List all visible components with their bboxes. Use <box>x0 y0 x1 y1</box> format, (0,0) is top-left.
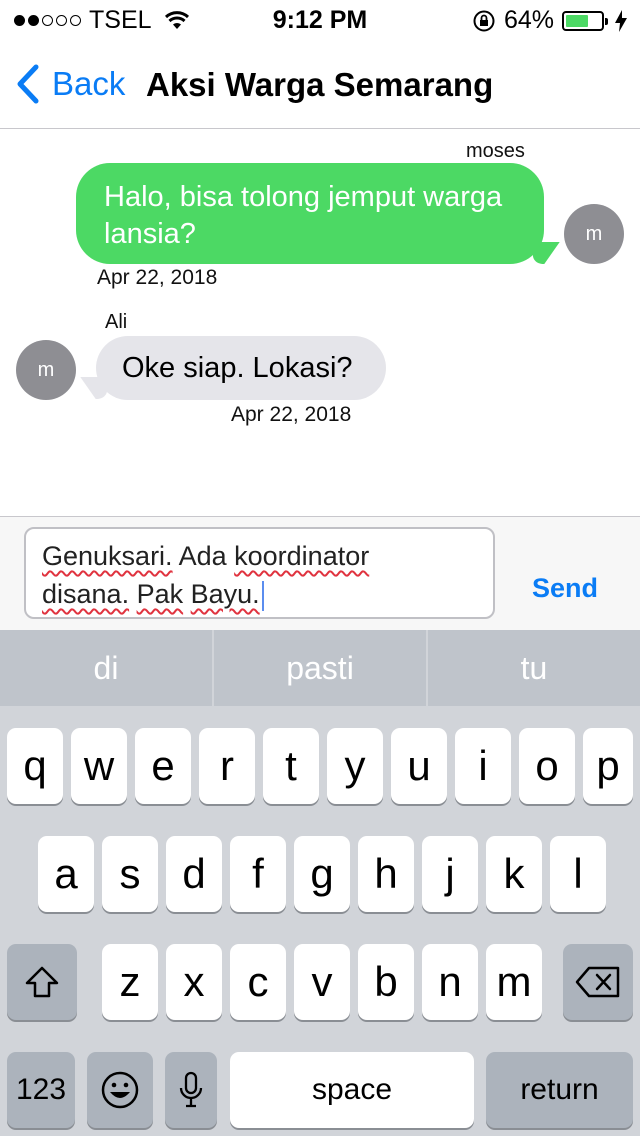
key-w[interactable]: w <box>71 728 127 804</box>
status-bar: TSEL 9:12 PM 64% <box>0 0 640 40</box>
delete-key[interactable] <box>563 944 633 1020</box>
keyboard: di pasti tu q w e r t y u i o p a s d f … <box>0 630 640 1136</box>
key-n[interactable]: n <box>422 944 478 1020</box>
shift-arrow-icon <box>25 966 59 998</box>
emoji-key[interactable] <box>87 1052 153 1128</box>
key-r[interactable]: r <box>199 728 255 804</box>
key-e[interactable]: e <box>135 728 191 804</box>
key-f[interactable]: f <box>230 836 286 912</box>
message-sender: Ali <box>105 311 128 333</box>
backspace-icon <box>575 966 620 998</box>
key-p[interactable]: p <box>583 728 633 804</box>
key-u[interactable]: u <box>391 728 447 804</box>
message-timestamp: Apr 22, 2018 <box>97 266 218 289</box>
microphone-icon <box>179 1071 203 1108</box>
key-a[interactable]: a <box>38 836 94 912</box>
input-word: disana. <box>42 579 130 609</box>
return-key[interactable]: return <box>486 1052 633 1128</box>
input-word: Ada <box>178 541 227 571</box>
input-word: koordinator <box>234 541 370 571</box>
key-b[interactable]: b <box>358 944 414 1020</box>
text-cursor <box>261 580 264 611</box>
dictation-key[interactable] <box>165 1052 217 1128</box>
key-h[interactable]: h <box>358 836 414 912</box>
key-g[interactable]: g <box>294 836 350 912</box>
message-sender: moses <box>466 140 525 162</box>
message-input[interactable]: Genuksari. Ada koordinator disana. Pak B… <box>24 527 495 619</box>
numbers-key[interactable]: 123 <box>7 1052 75 1128</box>
input-word: Pak <box>136 579 184 609</box>
incoming-message-bubble[interactable]: Oke siap. Lokasi? <box>96 336 386 400</box>
battery-percent: 64% <box>503 6 554 34</box>
input-word: Genuksari. <box>42 541 173 571</box>
key-j[interactable]: j <box>422 836 478 912</box>
key-q[interactable]: q <box>7 728 63 804</box>
suggestion-bar: di pasti tu <box>0 630 640 706</box>
key-m[interactable]: m <box>486 944 542 1020</box>
key-t[interactable]: t <box>263 728 319 804</box>
key-k[interactable]: k <box>486 836 542 912</box>
key-v[interactable]: v <box>294 944 350 1020</box>
key-s[interactable]: s <box>102 836 158 912</box>
key-o[interactable]: o <box>519 728 575 804</box>
avatar[interactable]: m <box>564 204 624 264</box>
emoji-icon <box>101 1071 139 1109</box>
key-l[interactable]: l <box>550 836 606 912</box>
input-word: Bayu. <box>190 579 260 609</box>
key-x[interactable]: x <box>166 944 222 1020</box>
shift-key[interactable] <box>7 944 77 1020</box>
charging-bolt-icon <box>615 9 627 32</box>
battery-icon <box>562 10 608 31</box>
navigation-bar: Back Aksi Warga Semarang <box>0 40 640 129</box>
suggestion-item[interactable]: di <box>0 630 214 706</box>
page-title: Aksi Warga Semarang <box>146 66 494 103</box>
space-key[interactable]: space <box>230 1052 474 1128</box>
avatar[interactable]: m <box>16 340 76 400</box>
composer-bar: Genuksari. Ada koordinator disana. Pak B… <box>0 516 640 631</box>
back-button[interactable]: Back <box>16 64 125 104</box>
outgoing-message-bubble[interactable]: Halo, bisa tolong jemput warga lansia? <box>76 163 544 264</box>
key-d[interactable]: d <box>166 836 222 912</box>
message-timestamp: Apr 22, 2018 <box>231 403 352 426</box>
key-i[interactable]: i <box>455 728 511 804</box>
key-y[interactable]: y <box>327 728 383 804</box>
orientation-lock-icon <box>473 10 495 31</box>
key-c[interactable]: c <box>230 944 286 1020</box>
chevron-left-icon <box>17 64 39 104</box>
send-button[interactable]: Send <box>532 573 598 604</box>
back-label: Back <box>52 65 126 102</box>
suggestion-item[interactable]: tu <box>428 630 640 706</box>
suggestion-item[interactable]: pasti <box>214 630 428 706</box>
key-z[interactable]: z <box>102 944 158 1020</box>
